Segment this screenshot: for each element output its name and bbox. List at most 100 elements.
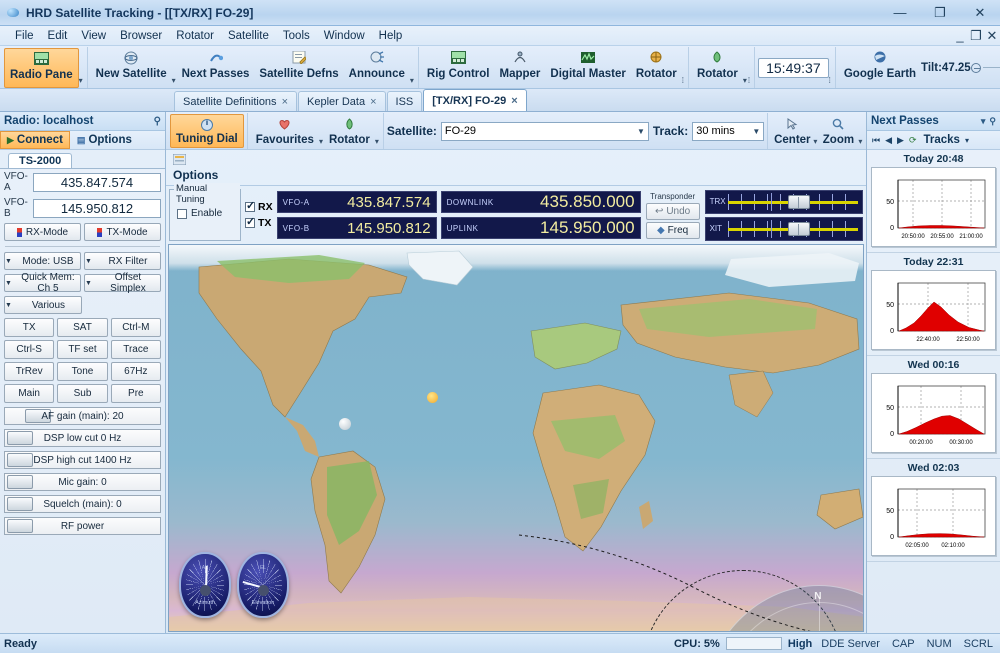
vfo-a-display[interactable]: VFO-A 435.847.574 [276,191,437,213]
btn-trrev[interactable]: TrRev [4,362,55,381]
center-button[interactable]: Center [771,114,813,148]
xit-meter[interactable]: XIT [704,216,863,241]
sat-rotator-dropdown-arrow[interactable]: ▾ [375,137,379,146]
center-dropdown-arrow[interactable]: ▾ [813,137,817,146]
quick-mem-dropdown[interactable]: ▼ Quick Mem: Ch 5 [4,272,81,294]
various-dropdown[interactable]: ▼ Various [4,296,82,314]
pass-item[interactable]: Today 20:48 50 0 20:50:00 20:55:00 21:00… [867,150,1000,253]
satellite-select[interactable]: FO-29 ▼ [440,121,649,141]
chevron-down-icon[interactable]: ▼ [637,127,645,136]
clock-group-expander[interactable]: ⁞ [829,76,831,85]
rig-tab-ts2000[interactable]: TS-2000 [8,153,73,168]
vfo-b-value[interactable]: 145.950.812 [33,198,161,218]
mic-gain-slider[interactable]: Mic gain: 0 [4,473,161,491]
pin-icon[interactable]: ⚲ [154,116,161,127]
tab-satellite-definitions[interactable]: Satellite Definitions × [174,91,297,111]
next-passes-button[interactable]: Next Passes [177,48,255,88]
vfo-b-display[interactable]: VFO-B 145.950.812 [276,217,437,239]
tilt-minus-icon[interactable] [970,62,981,73]
menu-edit[interactable]: Edit [41,28,75,44]
menu-view[interactable]: View [74,28,113,44]
menu-help[interactable]: Help [372,28,410,44]
pass-item[interactable]: Today 22:31 50 0 22:40:00 22:50:00 [867,253,1000,356]
offset-dropdown[interactable]: ▼ Offset Simplex [84,272,161,294]
tracks-dropdown-arrow[interactable]: ▾ [965,136,969,145]
radio-pane-dropdown-arrow[interactable]: ▾ [79,76,83,85]
announce-button[interactable]: Announce [344,48,410,88]
rx-filter-dropdown[interactable]: ▼ RX Filter [84,252,161,270]
menu-rotator[interactable]: Rotator [169,28,221,44]
mapper-button[interactable]: Mapper [495,48,546,88]
tx-mode-button[interactable]: TX-Mode [84,223,161,241]
chevron-down-icon[interactable]: ▾ [981,116,986,127]
xit-meter-knob[interactable] [787,221,810,236]
btn-ctrl-s[interactable]: Ctrl-S [4,340,55,359]
slider-knob[interactable] [7,475,33,489]
slider-knob[interactable] [7,453,33,467]
tab-iss[interactable]: ISS [386,91,423,111]
menu-tools[interactable]: Tools [276,28,317,44]
btn-trace[interactable]: Trace [110,340,161,359]
enable-checkbox[interactable] [177,208,187,219]
tab-close-icon[interactable]: × [282,96,288,108]
rotator-group-expander[interactable]: ⁞ [748,76,750,85]
btn-67hz[interactable]: 67Hz [110,362,161,381]
zoom-button[interactable]: Zoom [818,114,858,148]
tuning-dial-button[interactable]: Tuning Dial [170,114,244,148]
radio-options-button[interactable]: ▤ Options [71,131,138,149]
apps-group-expander[interactable]: ⁞ [682,76,684,85]
tilt-track[interactable] [982,66,1000,69]
btn-tf-set[interactable]: TF set [57,340,108,359]
favourites-button[interactable]: Favourites [251,114,319,148]
rig-control-button[interactable]: Rig Control [422,48,495,88]
prev-icon[interactable]: ◀ [885,135,892,146]
chevron-down-icon[interactable]: ▼ [752,127,760,136]
trx-meter-track[interactable] [727,192,858,211]
refresh-icon[interactable]: ⟳ [909,135,917,146]
slider-knob[interactable] [7,497,33,511]
announce-dropdown-arrow[interactable]: ▾ [410,76,414,85]
connect-button[interactable]: ▶ Connect [0,131,70,149]
digital-master-button[interactable]: Digital Master [545,48,630,88]
af-gain-slider[interactable]: AF gain (main): 20 [4,407,161,425]
btn-sat[interactable]: SAT [57,318,108,337]
pass-item[interactable]: Wed 02:03 50 0 02:05:00 02:10:00 [867,459,1000,562]
rotator-button[interactable]: Rotator [631,48,682,88]
slider-knob[interactable] [7,519,33,533]
rotator-dish-button[interactable]: Rotator [692,48,743,88]
azimuth-gauge[interactable]: AZ Azimuth [179,552,231,618]
slider-knob[interactable] [7,431,33,445]
pass-item[interactable]: Wed 00:16 50 0 00:20:00 00:30:00 [867,356,1000,459]
first-icon[interactable]: ⏮ [872,135,880,146]
btn-sub[interactable]: Sub [57,384,108,403]
btn-tx[interactable]: TX [4,318,55,337]
rx-checkbox[interactable] [245,199,255,212]
menu-window[interactable]: Window [317,28,372,44]
new-satellite-dropdown-arrow[interactable]: ▾ [172,76,176,85]
manual-tuning-enable[interactable]: Enable [177,208,222,219]
close-button[interactable]: ✕ [960,1,1000,25]
google-earth-button[interactable]: Google Earth [839,48,921,88]
squelch-slider[interactable]: Squelch (main): 0 [4,495,161,513]
trx-meter-knob[interactable] [787,194,810,209]
trx-meter[interactable]: TRX [704,189,863,214]
tab-txrx-fo29[interactable]: [TX/RX] FO-29 × [423,89,527,111]
rx-mode-button[interactable]: RX-Mode [4,223,81,241]
menu-file[interactable]: File [8,28,41,44]
tab-kepler-data[interactable]: Kepler Data × [298,91,386,111]
btn-main[interactable]: Main [4,384,55,403]
menu-browser[interactable]: Browser [113,28,169,44]
doc-close-button[interactable]: ✕ [984,28,1000,44]
doc-minimize-button[interactable]: _ [952,28,968,44]
world-map[interactable]: N E S W 15° 30° 45° 60° 75° 75° 60° 45° … [168,244,864,632]
btn-pre[interactable]: Pre [110,384,161,403]
tab-close-icon[interactable]: × [511,95,517,107]
track-select[interactable]: 30 mins ▼ [692,121,765,141]
slider-knob[interactable] [25,409,51,423]
minimize-button[interactable]: — [880,1,920,25]
maximize-button[interactable]: ❐ [920,1,960,25]
downlink-display[interactable]: DOWNLINK 435.850.000 [440,191,641,213]
tab-close-icon[interactable]: × [370,96,376,108]
next-icon[interactable]: ▶ [897,135,904,146]
uplink-display[interactable]: UPLINK 145.950.000 [440,217,641,239]
